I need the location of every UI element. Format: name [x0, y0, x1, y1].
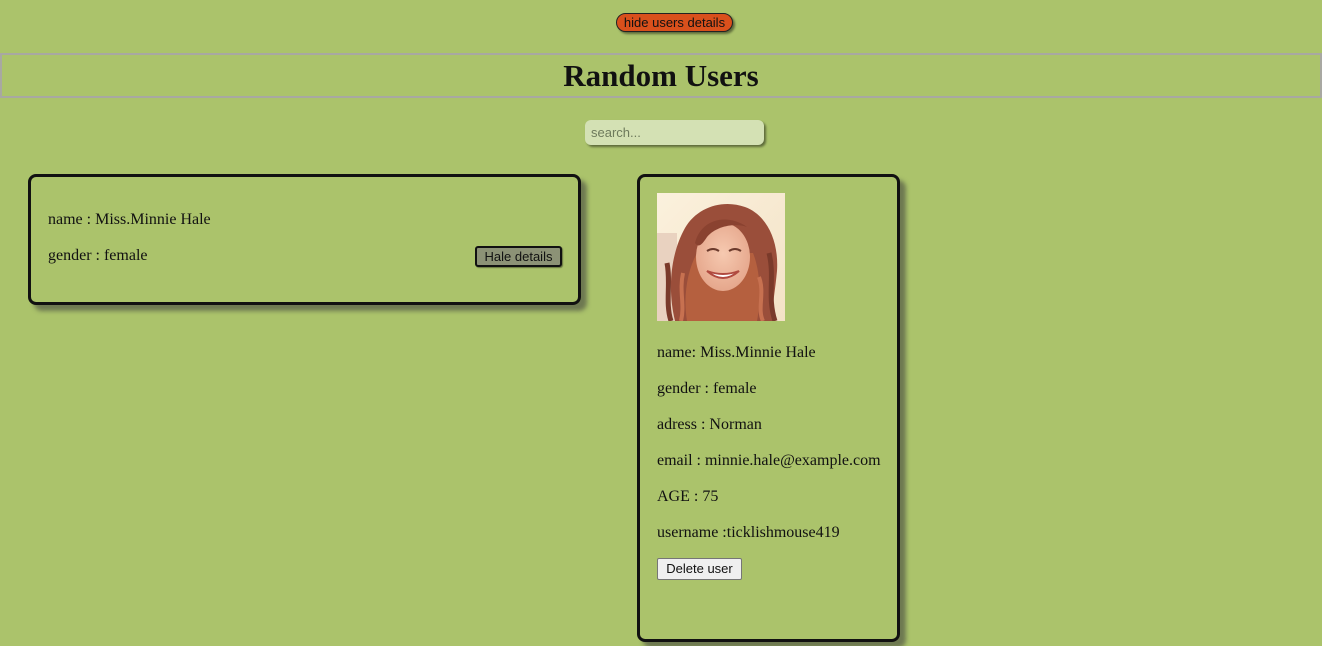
detail-name: name: Miss.Minnie Hale	[657, 344, 816, 361]
user-photo-icon	[657, 193, 785, 321]
user-details-button[interactable]: Hale details	[475, 246, 562, 267]
delete-user-button[interactable]: Delete user	[657, 558, 742, 580]
user-detail-card: name: Miss.Minnie Hale gender : female a…	[637, 174, 900, 642]
summary-gender: gender : female	[48, 247, 148, 264]
page-title: Random Users	[563, 58, 759, 93]
detail-gender: gender : female	[657, 380, 757, 397]
detail-age: AGE : 75	[657, 488, 719, 505]
user-summary-card: name : Miss.Minnie Hale gender : female …	[28, 174, 581, 305]
title-bar: Random Users	[0, 53, 1322, 98]
summary-name: name : Miss.Minnie Hale	[48, 211, 211, 228]
avatar	[657, 193, 785, 321]
detail-email: email : minnie.hale@example.com	[657, 452, 881, 469]
detail-username: username :ticklishmouse419	[657, 524, 840, 541]
search-input[interactable]	[585, 120, 764, 145]
detail-address: adress : Norman	[657, 416, 762, 433]
hide-users-details-button[interactable]: hide users details	[616, 13, 733, 32]
